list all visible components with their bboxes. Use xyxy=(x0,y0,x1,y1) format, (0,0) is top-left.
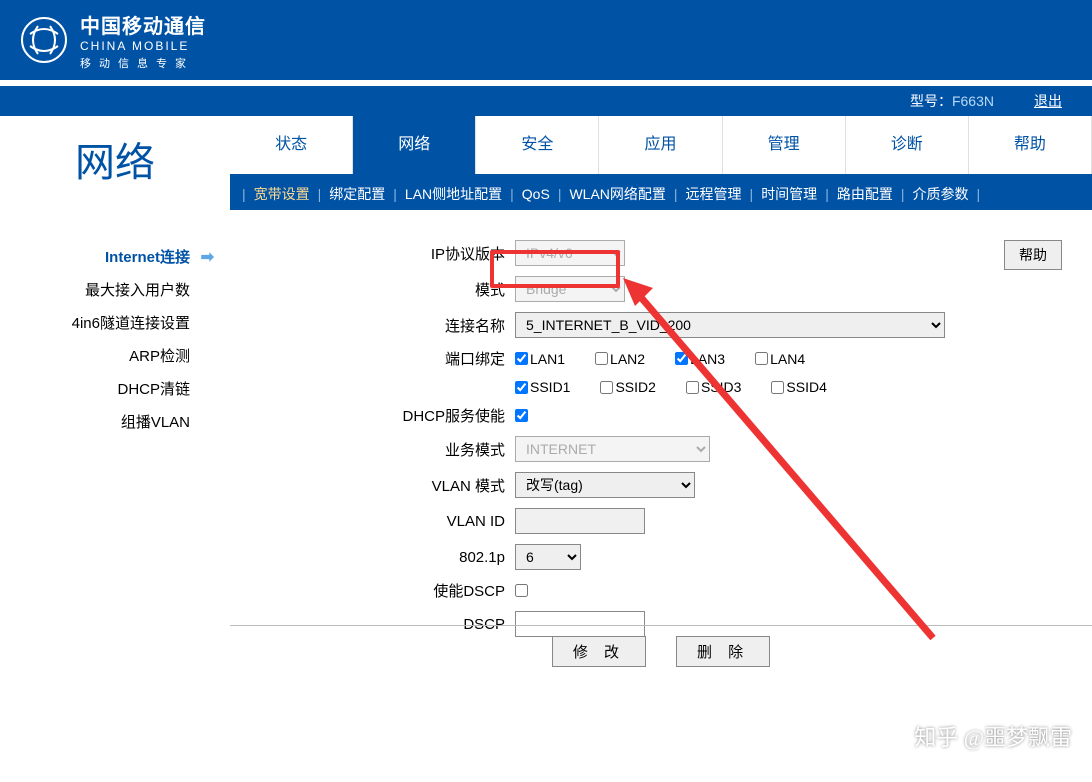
tab-security[interactable]: 安全 xyxy=(476,116,599,174)
label-conn-name: 连接名称 xyxy=(250,315,515,336)
tab-help[interactable]: 帮助 xyxy=(969,116,1092,174)
model-value: F663N xyxy=(952,93,994,109)
model-label: 型号： xyxy=(910,93,952,109)
side-item-arp[interactable]: ARP检测 xyxy=(0,339,220,372)
brand-en: CHINA MOBILE xyxy=(80,39,206,53)
tab-manage[interactable]: 管理 xyxy=(723,116,846,174)
label-svc-mode: 业务模式 xyxy=(250,439,515,460)
select-connection-name[interactable]: 5_INTERNET_B_VID_200 xyxy=(515,312,945,338)
label-vlan-id: VLAN ID xyxy=(250,513,515,530)
help-button[interactable]: 帮助 xyxy=(1004,240,1062,270)
checkbox-enable-dscp[interactable] xyxy=(515,584,528,597)
side-item-internet[interactable]: Internet连接 ➡ xyxy=(0,240,220,273)
select-mode[interactable]: Bridge xyxy=(515,276,625,302)
checkbox-lan2-input[interactable] xyxy=(595,352,608,365)
tab-app[interactable]: 应用 xyxy=(599,116,722,174)
arrow-right-icon: ➡ xyxy=(201,247,214,267)
subnav-lan[interactable]: LAN侧地址配置 xyxy=(401,184,506,204)
checkbox-ssid3-input[interactable] xyxy=(686,381,699,394)
checkbox-ssid3[interactable]: SSID3 xyxy=(686,379,741,395)
logout-link[interactable]: 退出 xyxy=(1034,91,1062,111)
checkbox-ssid4-input[interactable] xyxy=(771,381,784,394)
checkbox-dhcp-enable[interactable] xyxy=(515,409,528,422)
model-info: 型号：F663N xyxy=(910,91,994,111)
checkbox-lan3[interactable]: LAN3 xyxy=(675,351,725,367)
checkbox-lan1-input[interactable] xyxy=(515,352,528,365)
input-vlan-id[interactable] xyxy=(515,508,645,534)
sub-nav: | 宽带设置| 绑定配置| LAN侧地址配置| QoS| WLAN网络配置| 远… xyxy=(230,178,1092,210)
subnav-binding[interactable]: 绑定配置 xyxy=(325,184,389,204)
select-svc-mode[interactable]: INTERNET xyxy=(515,436,710,462)
button-bar: 修 改 删 除 xyxy=(230,625,1092,667)
checkbox-lan2[interactable]: LAN2 xyxy=(595,351,645,367)
delete-button[interactable]: 删 除 xyxy=(676,636,770,667)
label-enable-dscp: 使能DSCP xyxy=(250,580,515,601)
label-vlan-mode: VLAN 模式 xyxy=(250,475,515,496)
main-tabs: 状态 网络 安全 应用 管理 诊断 帮助 xyxy=(230,116,1092,178)
model-bar: 型号：F663N 退出 xyxy=(0,86,1092,116)
select-ip-version[interactable]: IPv4/v6 xyxy=(515,240,625,266)
page-title-block: 网络 xyxy=(0,116,230,210)
checkbox-lan1[interactable]: LAN1 xyxy=(515,351,565,367)
checkbox-lan4[interactable]: LAN4 xyxy=(755,351,805,367)
label-mode: 模式 xyxy=(250,279,515,300)
subnav-route[interactable]: 路由配置 xyxy=(833,184,897,204)
subnav-time[interactable]: 时间管理 xyxy=(757,184,821,204)
side-item-4in6[interactable]: 4in6隧道连接设置 xyxy=(0,306,220,339)
tab-diagnose[interactable]: 诊断 xyxy=(846,116,969,174)
watermark: 知乎 @噩梦飘雷 xyxy=(914,720,1072,752)
checkbox-ssid4[interactable]: SSID4 xyxy=(771,379,826,395)
select-vlan-mode[interactable]: 改写(tag) xyxy=(515,472,695,498)
tab-network[interactable]: 网络 xyxy=(353,116,476,174)
subnav-medium[interactable]: 介质参数 xyxy=(908,184,972,204)
modify-button[interactable]: 修 改 xyxy=(552,636,646,667)
label-8021p: 802.1p xyxy=(250,549,515,566)
brand-slogan: 移动信息专家 xyxy=(80,55,206,71)
header: 中国移动通信 CHINA MOBILE 移动信息专家 xyxy=(0,0,1092,80)
page-title: 网络 xyxy=(0,130,230,188)
label-ip-version: IP协议版本 xyxy=(250,243,515,264)
checkbox-lan3-input[interactable] xyxy=(675,352,688,365)
side-menu: Internet连接 ➡ 最大接入用户数 4in6隧道连接设置 ARP检测 DH… xyxy=(0,210,230,677)
form-panel: 帮助 IP协议版本 IPv4/v6 模式 Bridge 连接名称 5_INTER… xyxy=(230,210,1092,677)
logo-text-block: 中国移动通信 CHINA MOBILE 移动信息专家 xyxy=(80,10,206,71)
label-port-binding: 端口绑定 xyxy=(250,348,515,369)
subnav-qos[interactable]: QoS xyxy=(518,186,554,202)
brand-cn: 中国移动通信 xyxy=(80,10,206,39)
tab-status[interactable]: 状态 xyxy=(230,116,353,174)
checkbox-ssid1[interactable]: SSID1 xyxy=(515,379,570,395)
subnav-broadband[interactable]: 宽带设置 xyxy=(250,184,314,204)
china-mobile-logo-icon xyxy=(20,16,68,64)
checkbox-lan4-input[interactable] xyxy=(755,352,768,365)
checkbox-ssid2-input[interactable] xyxy=(600,381,613,394)
label-dhcp-enable: DHCP服务使能 xyxy=(250,405,515,426)
subnav-wlan[interactable]: WLAN网络配置 xyxy=(565,184,669,204)
port-binding-row1: LAN1 LAN2 LAN3 LAN4 xyxy=(515,351,805,367)
checkbox-ssid1-input[interactable] xyxy=(515,381,528,394)
side-item-maxusers[interactable]: 最大接入用户数 xyxy=(0,273,220,306)
side-item-dhcp-clear[interactable]: DHCP清链 xyxy=(0,372,220,405)
checkbox-ssid2[interactable]: SSID2 xyxy=(600,379,655,395)
select-8021p[interactable]: 6 xyxy=(515,544,581,570)
side-item-label: Internet连接 xyxy=(105,249,190,266)
port-binding-row2: SSID1 SSID2 SSID3 SSID4 xyxy=(515,379,827,395)
side-item-multicast-vlan[interactable]: 组播VLAN xyxy=(0,405,220,438)
subnav-remote[interactable]: 远程管理 xyxy=(682,184,746,204)
